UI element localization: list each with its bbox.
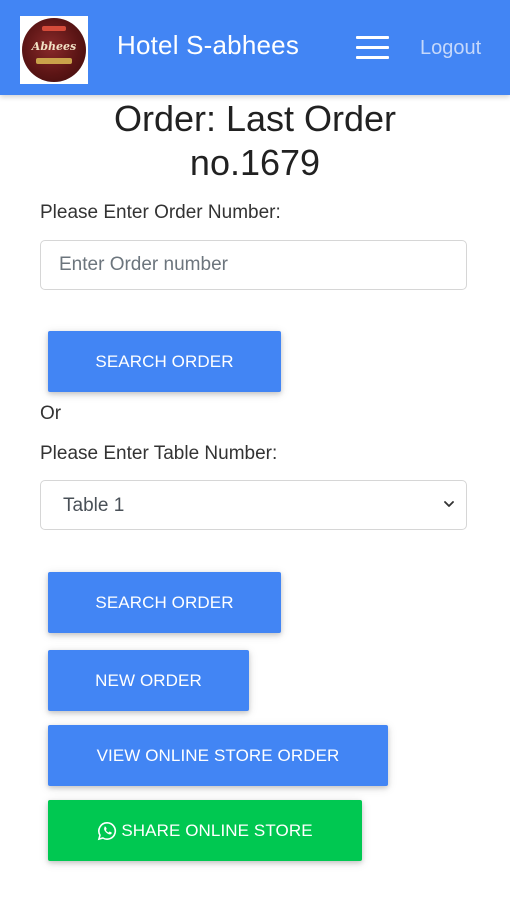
search-order-button[interactable]: SEARCH ORDER: [48, 331, 281, 392]
hamburger-bar: [356, 56, 389, 59]
table-number-select[interactable]: Table 1: [40, 480, 467, 530]
logo-text: Abhees: [31, 40, 77, 53]
logo-ribbon-top: [42, 26, 66, 31]
order-number-input[interactable]: [40, 240, 467, 290]
hotel-logo[interactable]: Abhees: [20, 16, 88, 84]
search-table-order-button[interactable]: SEARCH ORDER: [48, 572, 281, 633]
table-select-value: Table 1: [63, 495, 125, 516]
or-separator: Or: [40, 403, 62, 424]
brand-name[interactable]: Hotel S-abhees: [117, 30, 299, 61]
share-online-store-label: SHARE ONLINE STORE: [121, 820, 313, 840]
hamburger-icon[interactable]: [356, 34, 390, 62]
new-order-button[interactable]: NEW ORDER: [48, 650, 249, 711]
share-online-store-button[interactable]: SHARE ONLINE STORE: [48, 800, 362, 861]
page-title: Order: Last Order no.1679: [0, 97, 510, 185]
order-number-label: Please Enter Order Number:: [40, 202, 281, 223]
table-number-label: Please Enter Table Number:: [40, 443, 278, 464]
view-online-store-order-button[interactable]: VIEW ONLINE STORE ORDER: [48, 725, 388, 786]
hamburger-bar: [356, 36, 389, 39]
logo-emblem: Abhees: [22, 18, 86, 82]
whatsapp-icon: [98, 821, 117, 840]
hamburger-bar: [356, 46, 389, 49]
logout-link[interactable]: Logout: [420, 37, 481, 60]
page-title-line-2: no.1679: [189, 142, 321, 183]
logo-ribbon: [36, 58, 72, 64]
chevron-down-icon: [444, 501, 454, 507]
page-title-line-1: Order: Last Order: [113, 98, 397, 139]
navbar: Abhees Hotel S-abhees Logout: [0, 0, 510, 95]
